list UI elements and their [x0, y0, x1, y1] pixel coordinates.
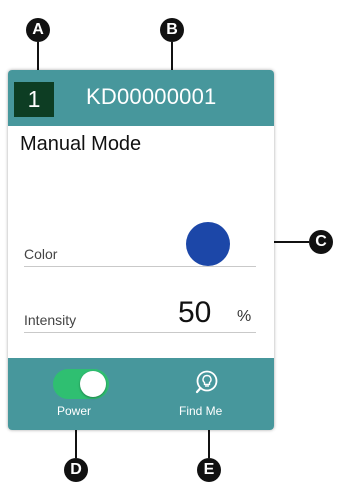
- intensity-label: Intensity: [24, 312, 77, 328]
- toggle-knob: [80, 371, 106, 397]
- callout-a: A: [26, 18, 50, 42]
- callout-b: B: [160, 18, 184, 42]
- callout-c: C: [309, 230, 333, 254]
- color-underline: [24, 266, 256, 267]
- intensity-value[interactable]: 50: [178, 296, 211, 330]
- color-swatch[interactable]: [186, 222, 230, 266]
- callout-e: E: [197, 458, 221, 482]
- mode-label: Manual Mode: [20, 133, 142, 155]
- device-id: KD00000001: [86, 84, 217, 109]
- callout-d: D: [64, 458, 88, 482]
- device-card: 1 KD00000001 Manual Mode Color Intensity…: [8, 70, 274, 430]
- find-me-label: Find Me: [179, 404, 223, 418]
- slot-number-badge: 1: [14, 82, 54, 117]
- card-header: 1 KD00000001: [8, 70, 274, 126]
- callout-d-line: [75, 430, 77, 458]
- callout-b-line: [171, 42, 173, 70]
- color-label: Color: [24, 246, 58, 262]
- callout-a-line: [37, 42, 39, 70]
- find-me-button[interactable]: [193, 368, 221, 396]
- lightbulb-search-icon: [195, 370, 218, 394]
- callout-e-line: [208, 430, 210, 458]
- card-footer: Power Find Me: [8, 358, 274, 430]
- callout-c-line: [274, 241, 309, 243]
- power-toggle[interactable]: [53, 369, 109, 399]
- intensity-unit: %: [237, 308, 252, 325]
- intensity-underline: [24, 332, 256, 333]
- power-label: Power: [57, 404, 92, 418]
